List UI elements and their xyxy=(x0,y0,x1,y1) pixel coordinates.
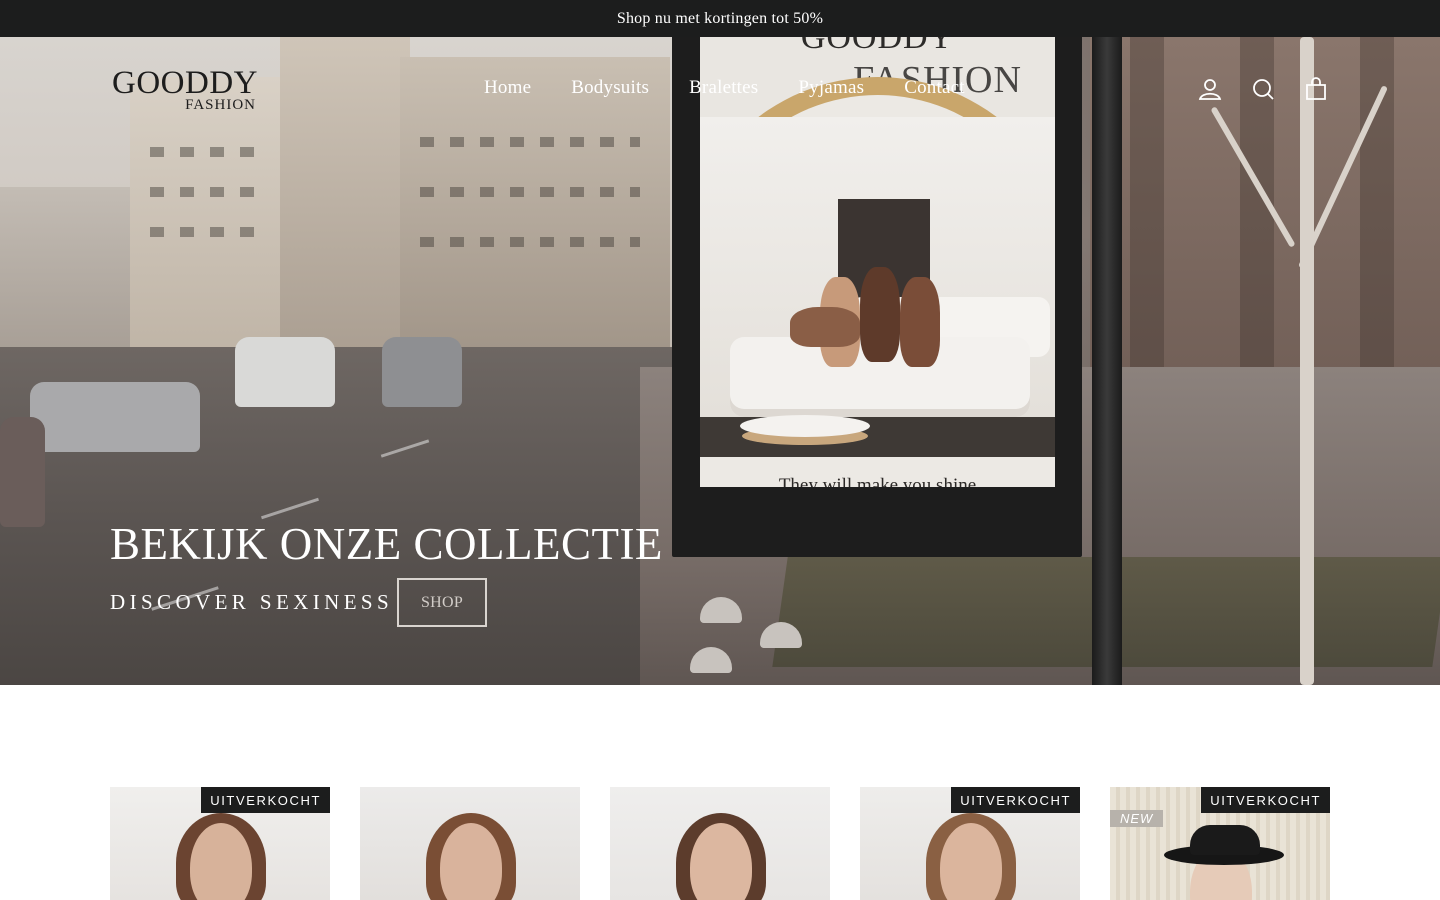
new-badge: NEW xyxy=(1110,810,1164,827)
main-nav: Home Bodysuits Bralettes Pyjamas Contact xyxy=(484,77,965,99)
billboard-tagline: They will make you shine xyxy=(778,475,977,487)
hero-building xyxy=(0,187,140,367)
car xyxy=(382,337,462,407)
car xyxy=(0,417,45,527)
announcement-bar: Shop nu met kortingen tot 50% xyxy=(0,0,1440,37)
product-card[interactable]: UITVERKOCHT xyxy=(110,787,330,900)
car xyxy=(235,337,335,407)
hero-windows xyxy=(150,187,270,197)
brand-logo-main: GOODDY xyxy=(112,65,258,101)
product-card[interactable] xyxy=(610,787,830,900)
product-card[interactable] xyxy=(360,787,580,900)
hero-title: BEKIJK ONZE COLLECTIE xyxy=(110,519,663,569)
header-icons xyxy=(1198,77,1328,101)
hero-windows xyxy=(420,237,640,247)
billboard-table xyxy=(740,415,870,437)
hero-windows xyxy=(150,147,270,157)
billboard-scene xyxy=(700,117,1055,457)
status-badge: UITVERKOCHT xyxy=(201,787,330,813)
product-card[interactable]: UITVERKOCHT xyxy=(860,787,1080,900)
nav-item-pyjamas[interactable]: Pyjamas xyxy=(798,77,864,99)
hero-windows xyxy=(420,187,640,197)
car xyxy=(30,382,200,452)
model-figure xyxy=(860,267,900,362)
nav-item-bralettes[interactable]: Bralettes xyxy=(689,77,758,99)
product-grid: UITVERKOCHT UITVERKOCHT NEW UITVERKOCHT xyxy=(110,787,1330,900)
status-badge: UITVERKOCHT xyxy=(1201,787,1330,813)
status-badge: UITVERKOCHT xyxy=(951,787,1080,813)
model-figure xyxy=(790,307,860,347)
product-model-hat xyxy=(1190,825,1260,855)
nav-item-contact[interactable]: Contact xyxy=(904,77,965,99)
announcement-text: Shop nu met kortingen tot 50% xyxy=(616,9,824,27)
hero-subtitle: DISCOVER SEXINESS xyxy=(110,590,394,614)
account-icon[interactable] xyxy=(1198,77,1222,101)
nav-item-home[interactable]: Home xyxy=(484,77,531,99)
brand-logo[interactable]: GOODDY FASHION xyxy=(112,67,262,113)
model-figure xyxy=(900,277,940,367)
product-card[interactable]: NEW UITVERKOCHT xyxy=(1110,787,1330,900)
hero-windows xyxy=(150,227,270,237)
nav-item-bodysuits[interactable]: Bodysuits xyxy=(571,77,649,99)
cart-icon[interactable] xyxy=(1304,77,1328,101)
search-icon[interactable] xyxy=(1251,77,1275,101)
shop-button[interactable]: SHOP xyxy=(397,578,487,627)
site-header: GOODDY FASHION Home Bodysuits Bralettes … xyxy=(0,37,1440,141)
